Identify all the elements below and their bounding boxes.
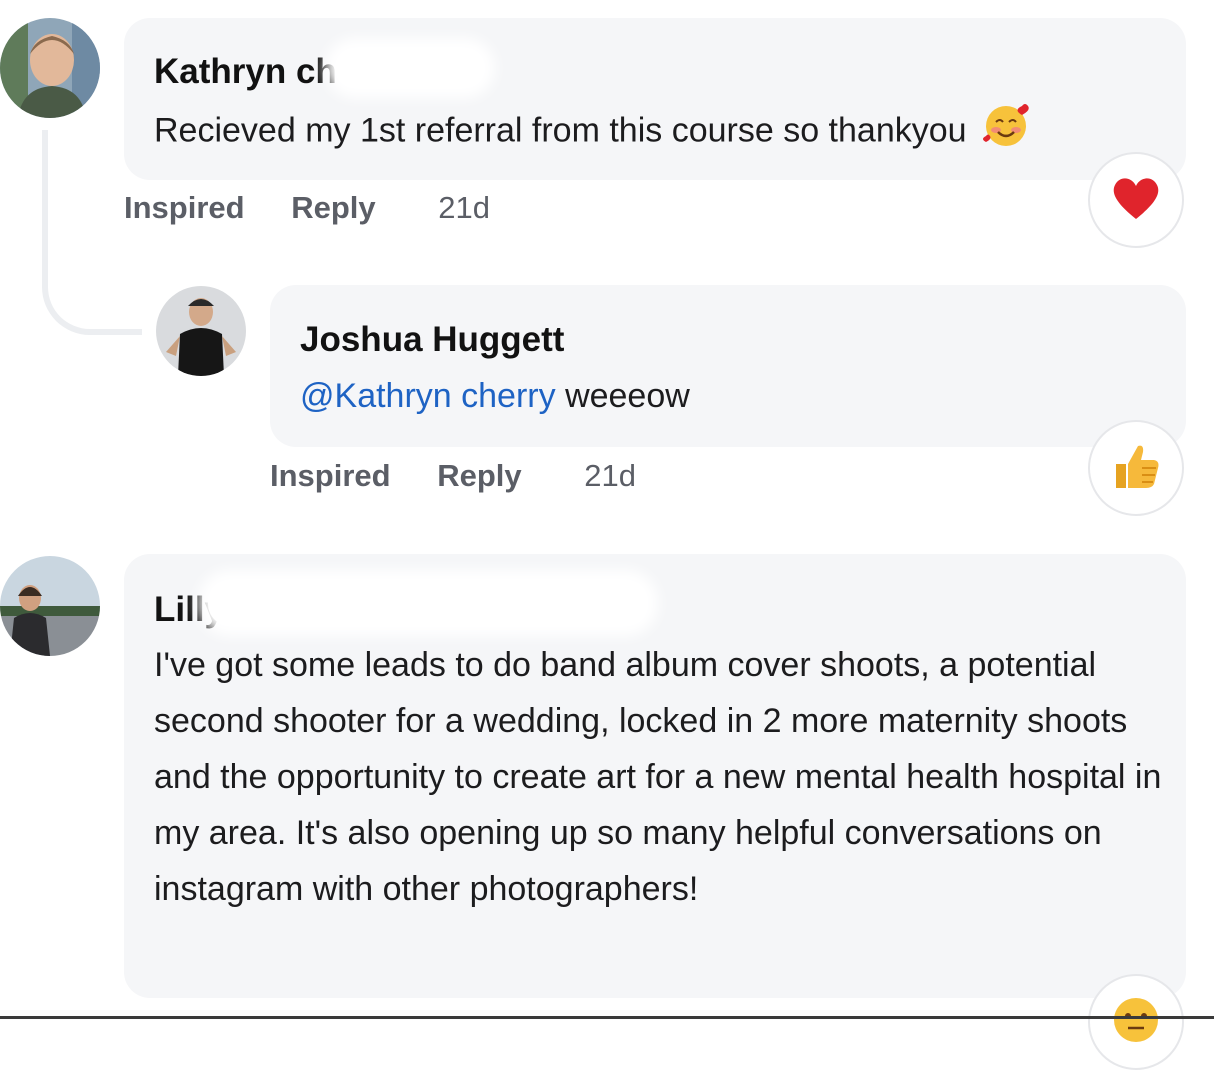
inspired-button[interactable]: Inspired (124, 190, 245, 226)
comment-text: Recieved my 1st referral from this cours… (154, 100, 1032, 165)
timestamp: 21d (438, 190, 490, 225)
avatar[interactable] (0, 556, 100, 656)
comment-text: @Kathryn cherry weeeow (300, 377, 690, 415)
comment-author[interactable]: Kathryn ch (154, 52, 337, 92)
user-mention-link[interactable]: @Kathryn cherry (300, 377, 556, 415)
reaction-button[interactable] (1088, 974, 1184, 1070)
reply-button[interactable]: Reply (437, 458, 521, 494)
reaction-button[interactable] (1088, 420, 1184, 516)
comment-text: I've got some leads to do band album cov… (154, 646, 1162, 908)
avatar[interactable] (156, 286, 246, 376)
redaction-blur (335, 48, 485, 88)
smiling-face-with-hearts-icon (982, 100, 1032, 165)
comment-actions: Inspired Reply 21d (124, 190, 490, 226)
comment-author[interactable]: Joshua Huggett (300, 320, 564, 360)
avatar[interactable] (0, 18, 100, 118)
timestamp: 21d (584, 458, 636, 493)
comment-actions: Inspired Reply 21d (270, 458, 636, 494)
reply-button[interactable]: Reply (291, 190, 375, 226)
thumbs-up-icon (1110, 440, 1162, 497)
redaction-blur (208, 580, 648, 626)
inspired-button[interactable]: Inspired (270, 458, 391, 494)
heart-icon (1111, 175, 1161, 226)
reaction-button[interactable] (1088, 152, 1184, 248)
neutral-face-icon (1112, 996, 1160, 1049)
